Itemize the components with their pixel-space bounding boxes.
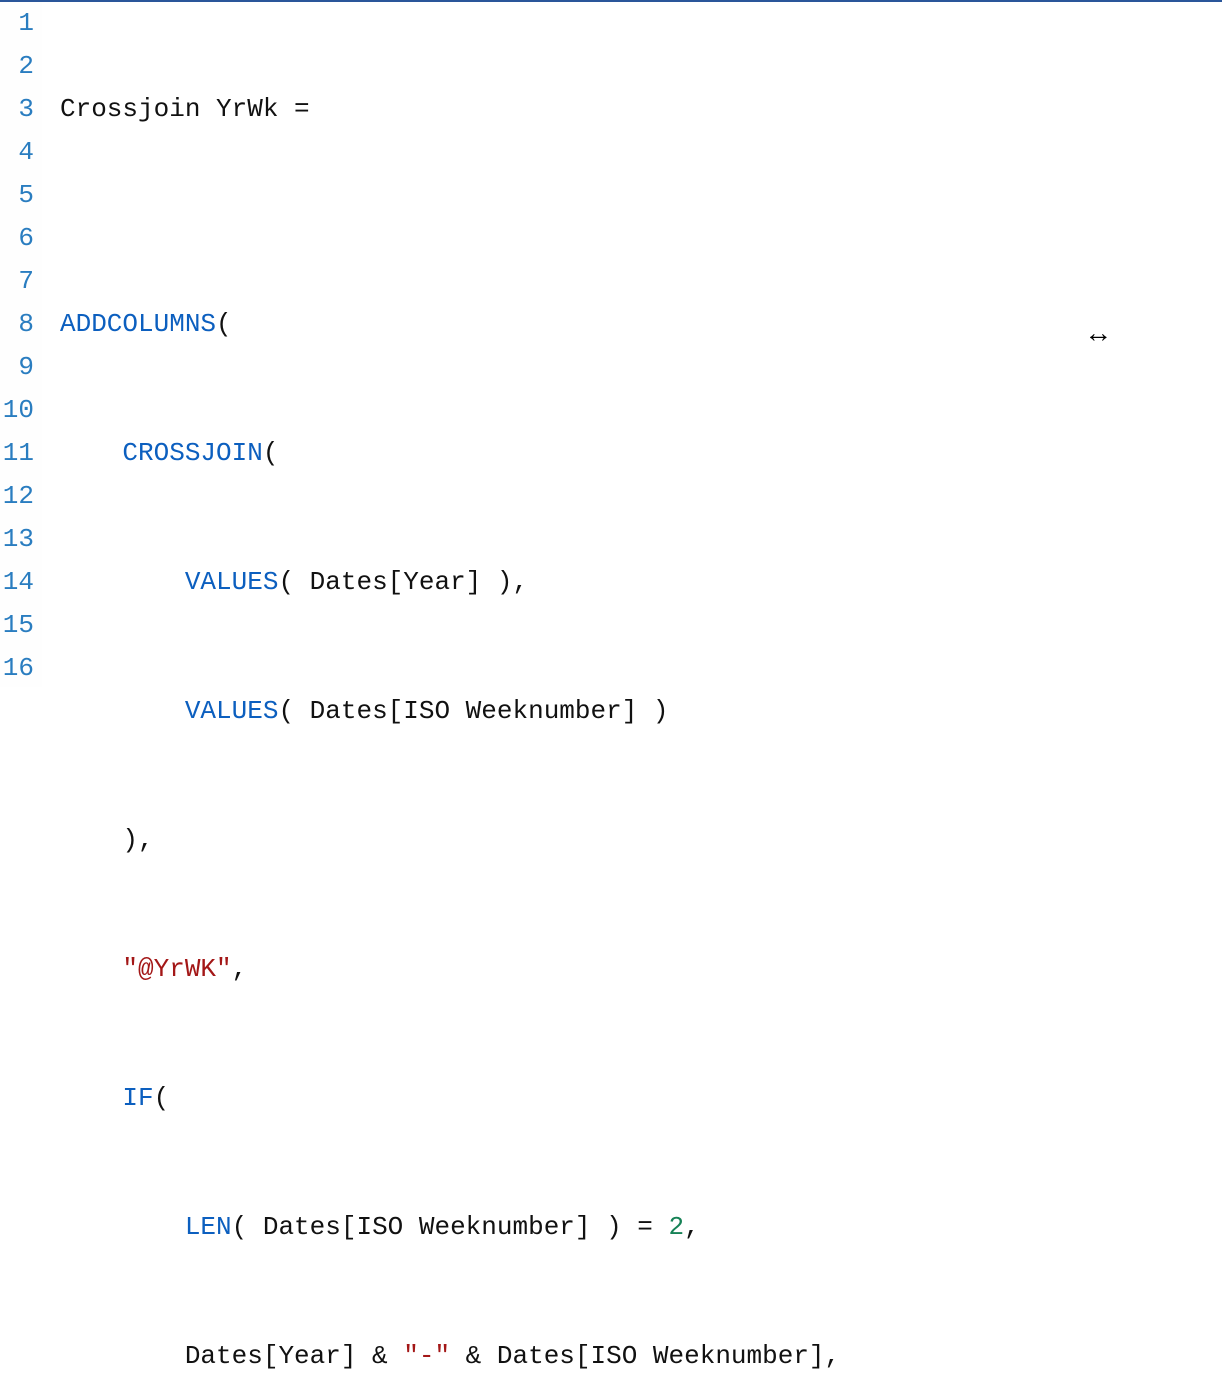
string-token: "@YrWK" — [122, 954, 231, 984]
close-token: ), — [122, 825, 153, 855]
code-token: Crossjoin YrWk = — [60, 94, 310, 124]
code-line[interactable]: ADDCOLUMNS( — [60, 303, 1222, 346]
number-token: 2 — [669, 1212, 685, 1242]
code-line[interactable]: ), — [60, 819, 1222, 862]
paren-token: ( — [263, 438, 279, 468]
line-number: 10 — [0, 389, 34, 432]
line-number: 9 — [0, 346, 34, 389]
function-token: IF — [122, 1083, 153, 1113]
line-number: 11 — [0, 432, 34, 475]
line-number-gutter: 1 2 3 4 5 6 7 8 9 10 11 12 13 14 15 16 — [0, 2, 42, 687]
code-line[interactable]: VALUES( Dates[Year] ), — [60, 561, 1222, 604]
line-number: 16 — [0, 647, 34, 690]
code-token: Dates[Year] & — [185, 1341, 403, 1371]
line-number: 1 — [0, 2, 34, 45]
line-number: 14 — [0, 561, 34, 604]
code-content[interactable]: Crossjoin YrWk = ADDCOLUMNS( CROSSJOIN( … — [42, 2, 1222, 687]
comma-token: , — [232, 954, 248, 984]
code-token: & Dates[ISO Weeknumber], — [450, 1341, 840, 1371]
code-line[interactable]: VALUES( Dates[ISO Weeknumber] ) — [60, 690, 1222, 733]
code-line[interactable]: CROSSJOIN( — [60, 432, 1222, 475]
function-token: LEN — [185, 1212, 232, 1242]
function-token: CROSSJOIN — [122, 438, 262, 468]
code-line[interactable]: LEN( Dates[ISO Weeknumber] ) = 2, — [60, 1206, 1222, 1249]
paren-token: ( — [216, 309, 232, 339]
paren-token: ( — [154, 1083, 170, 1113]
code-line[interactable]: Crossjoin YrWk = — [60, 88, 1222, 131]
line-number: 15 — [0, 604, 34, 647]
line-number: 7 — [0, 260, 34, 303]
line-number: 13 — [0, 518, 34, 561]
function-token: VALUES — [185, 567, 279, 597]
string-token: "-" — [403, 1341, 450, 1371]
function-token: VALUES — [185, 696, 279, 726]
line-number: 2 — [0, 45, 34, 88]
args-token: ( Dates[ISO Weeknumber] ) — [278, 696, 668, 726]
code-line[interactable]: "@YrWK", — [60, 948, 1222, 991]
line-number: 5 — [0, 174, 34, 217]
function-token: ADDCOLUMNS — [60, 309, 216, 339]
args-token: ( Dates[ISO Weeknumber] ) = — [232, 1212, 669, 1242]
line-number: 12 — [0, 475, 34, 518]
code-line[interactable]: IF( — [60, 1077, 1222, 1120]
args-token: ( Dates[Year] ), — [278, 567, 528, 597]
line-number: 3 — [0, 88, 34, 131]
line-number: 6 — [0, 217, 34, 260]
line-number: 4 — [0, 131, 34, 174]
line-number: 8 — [0, 303, 34, 346]
comma-token: , — [684, 1212, 700, 1242]
code-editor[interactable]: 1 2 3 4 5 6 7 8 9 10 11 12 13 14 15 16 C… — [0, 2, 1222, 687]
code-line[interactable]: Dates[Year] & "-" & Dates[ISO Weeknumber… — [60, 1335, 1222, 1374]
